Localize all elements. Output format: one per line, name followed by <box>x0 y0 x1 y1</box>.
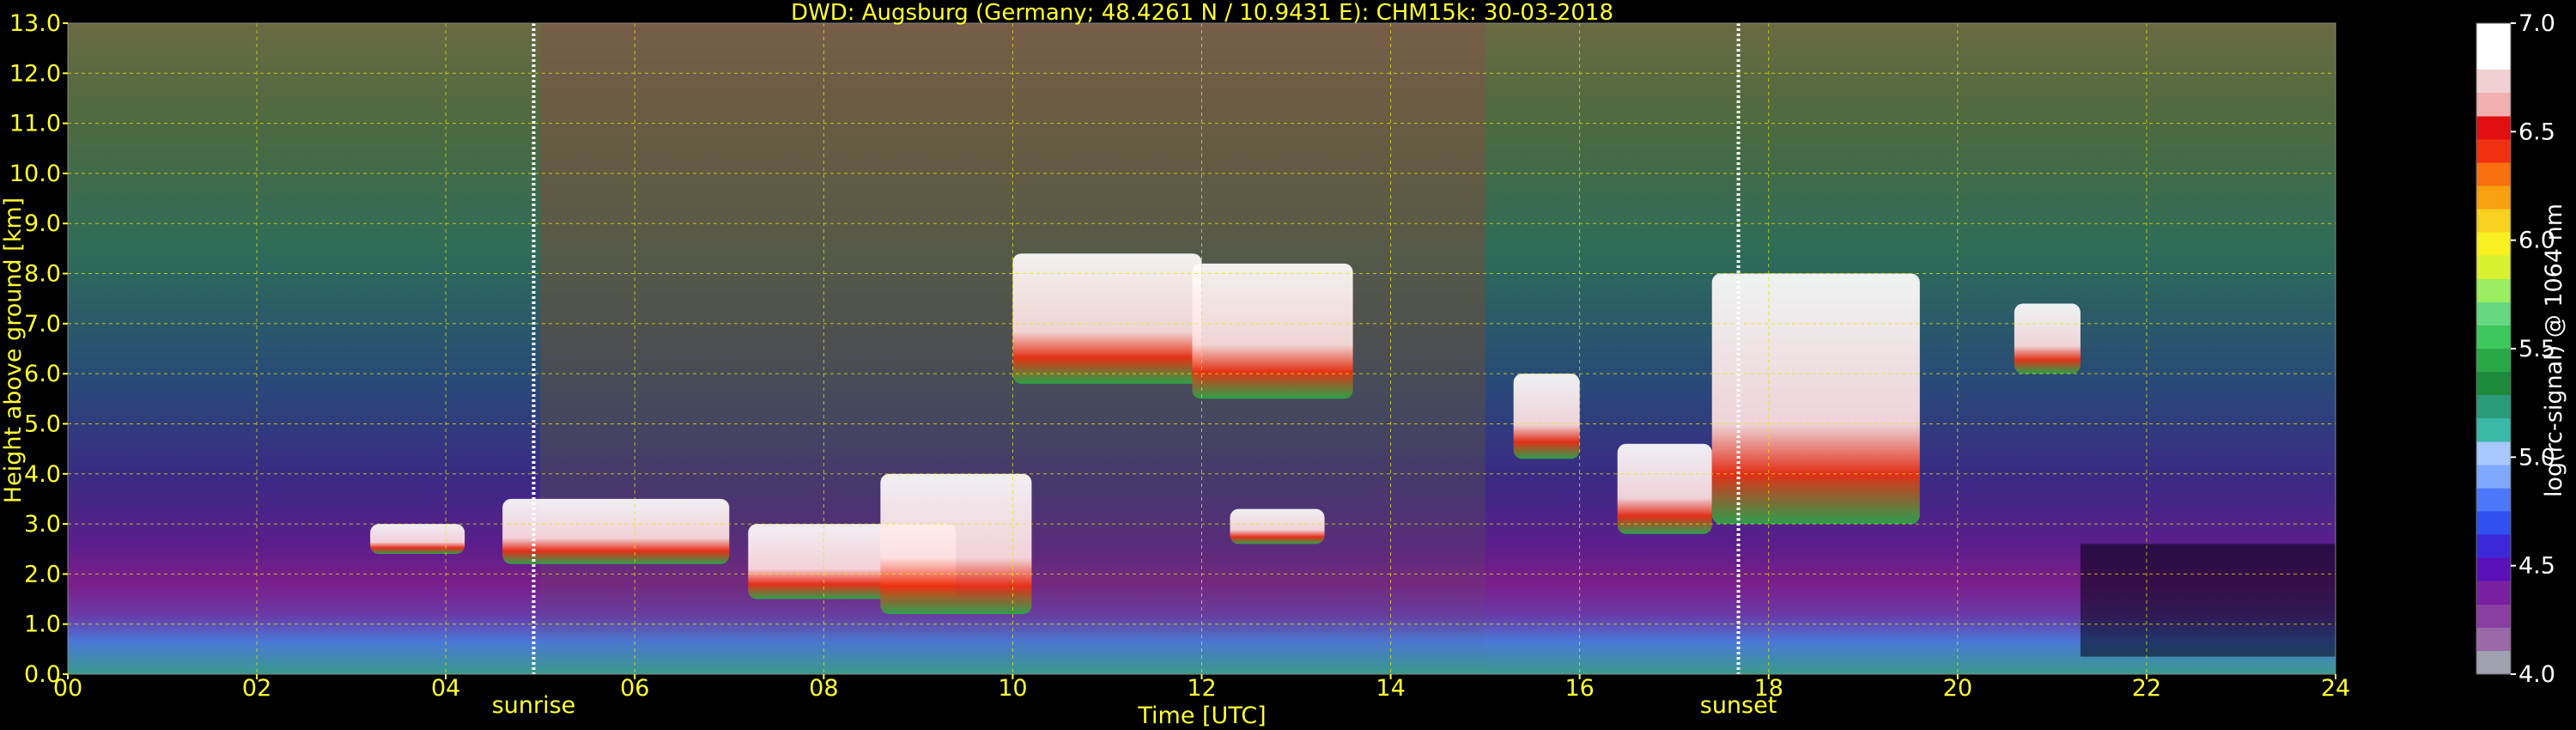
y-axis-label: Height above ground [km] <box>0 198 27 503</box>
colorbar-label: log(rc-signal) @ 1064 nm <box>2541 204 2567 497</box>
y-tick-label: 4.0 <box>24 461 61 488</box>
x-tick-label: 14 <box>1376 675 1405 702</box>
sunrise-label: sunrise <box>492 692 576 719</box>
y-tick-label: 7.0 <box>24 311 61 338</box>
y-tick-label: 13.0 <box>9 10 61 37</box>
x-tick-label: 22 <box>2132 675 2161 702</box>
y-tick-label: 6.0 <box>24 361 61 387</box>
x-tick-label: 02 <box>242 675 271 702</box>
y-tick-label: 8.0 <box>24 261 61 288</box>
y-tick-label: 11.0 <box>9 111 61 137</box>
cloud-patch <box>1617 443 1712 534</box>
x-tick-label: 08 <box>809 675 838 702</box>
y-tick-label: 5.0 <box>24 411 61 437</box>
cloud-patch <box>880 473 1032 615</box>
chart-title: DWD: Augsburg (Germany; 48.4261 N / 10.9… <box>791 0 1613 26</box>
y-tick-label: 10.0 <box>9 161 61 187</box>
cloud-patch <box>1012 253 1202 384</box>
cloud-patch <box>1192 263 1353 399</box>
colorbar-tick-label: 4.5 <box>2518 553 2555 580</box>
cloud-patch <box>2014 303 2081 374</box>
x-tick-label: 16 <box>1564 675 1594 702</box>
x-tick-label: 06 <box>620 675 649 702</box>
sunset-label: sunset <box>1700 692 1777 719</box>
cloud-patch <box>502 498 730 564</box>
x-tick-label: 00 <box>53 675 82 702</box>
x-tick-label: 20 <box>1943 675 1972 702</box>
cloud-patch <box>370 524 465 555</box>
colorbar-tick-label: 4.0 <box>2518 661 2555 688</box>
x-tick-label: 04 <box>431 675 460 702</box>
y-tick-label: 9.0 <box>24 210 61 237</box>
cloud-patch <box>1513 374 1580 459</box>
night-low-signal-band <box>2080 544 2336 657</box>
y-tick-label: 12.0 <box>9 60 61 87</box>
plot-area <box>68 23 2336 674</box>
cloud-patch <box>1230 508 1325 544</box>
y-tick-label: 3.0 <box>24 511 61 538</box>
x-tick-label: 10 <box>998 675 1027 702</box>
lidar-chart: 0.01.02.03.04.05.06.07.08.09.010.011.012… <box>0 0 2567 729</box>
x-axis-label: Time [UTC] <box>1137 703 1266 729</box>
x-tick-label: 12 <box>1187 675 1216 702</box>
colorbar-tick-label: 6.5 <box>2518 119 2555 145</box>
x-tick-label: 24 <box>2321 675 2350 702</box>
colorbar: 4.04.55.05.56.06.57.0 log(rc-signal) @ 1… <box>2476 10 2567 688</box>
colorbar-scale <box>2476 22 2512 675</box>
cloud-patch <box>1711 273 1920 525</box>
y-tick-label: 1.0 <box>24 611 61 638</box>
y-tick-label: 2.0 <box>24 561 61 587</box>
colorbar-tick-label: 7.0 <box>2518 10 2555 37</box>
x-axis: 00 02 04 06 08 10 12 14 16 18 20 22 24 <box>53 674 2350 702</box>
